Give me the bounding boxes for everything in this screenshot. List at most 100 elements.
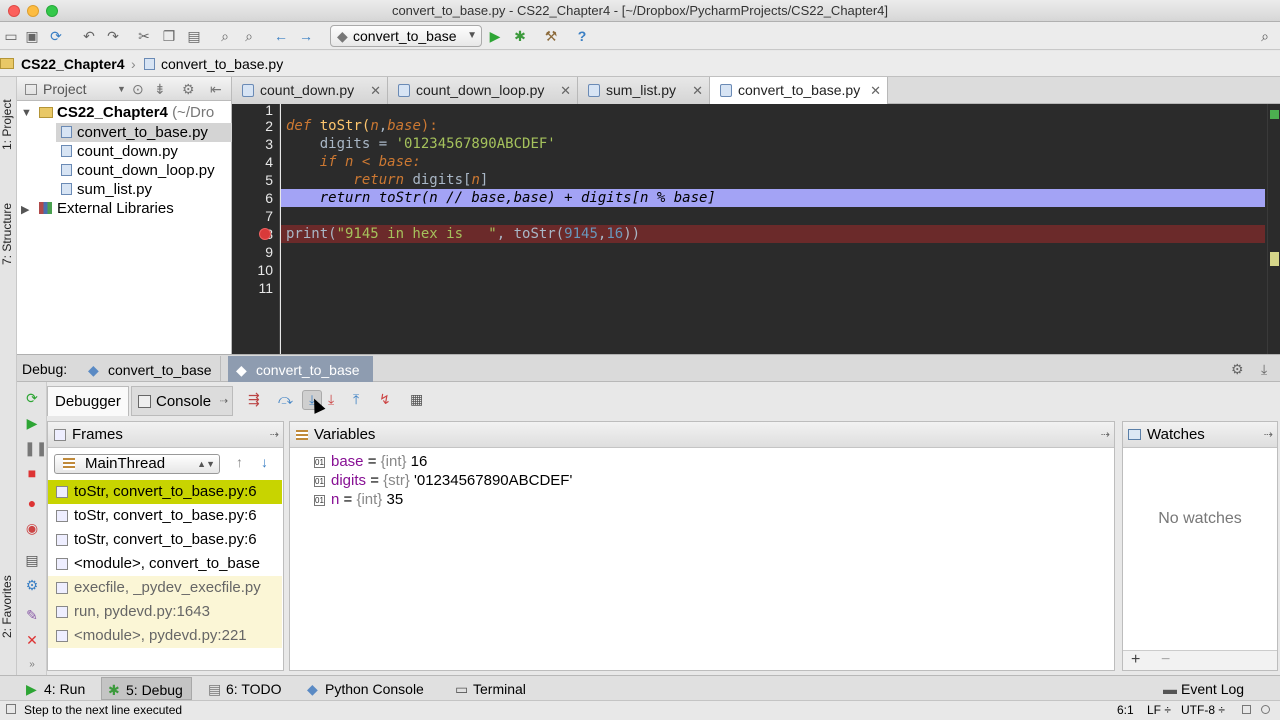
search-everywhere-icon[interactable]: ⌕ — [1256, 27, 1274, 45]
redo-icon[interactable]: ↷ — [104, 27, 122, 45]
collapse-all-icon[interactable]: ⇟ — [154, 77, 166, 101]
rerun-icon[interactable]: ⟳ — [24, 390, 40, 406]
scroll-marker[interactable] — [1270, 252, 1279, 266]
line-separator-select[interactable]: LF ÷ — [1147, 701, 1171, 720]
settings-icon[interactable]: ⚙ — [24, 577, 40, 593]
tree-file-convert-to-base[interactable]: convert_to_base.py — [77, 123, 208, 142]
replace-icon[interactable]: ⌕ — [240, 27, 258, 45]
sync-icon[interactable]: ⟳ — [47, 27, 65, 45]
scroll-from-source-icon[interactable]: ⊙ — [132, 77, 144, 101]
find-icon[interactable]: ⌕ — [216, 27, 234, 45]
frame-item[interactable]: toStr, convert_to_base.py:6 — [48, 480, 282, 504]
pin-icon[interactable]: ⇢ — [1264, 422, 1273, 448]
frame-item-library[interactable]: <module>, pydevd.py:221 — [48, 624, 282, 648]
tree-file-count-down[interactable]: count_down.py — [77, 142, 178, 161]
forward-icon[interactable]: → — [297, 27, 315, 45]
pin-icon[interactable]: ⇢ — [270, 422, 279, 448]
run-tool-button[interactable]: ▶ 4: Run — [20, 677, 93, 700]
frame-item-library[interactable]: run, pydevd.py:1643 — [48, 600, 282, 624]
run-to-cursor-icon[interactable]: ↯ — [379, 391, 391, 408]
tab-console[interactable]: Console ⇢ — [131, 386, 233, 416]
pause-icon[interactable]: ❚❚ — [24, 440, 47, 456]
structure-tool-tab[interactable]: 7: Structure — [0, 189, 17, 279]
help-icon[interactable]: ? — [573, 27, 591, 45]
todo-tool-button[interactable]: ▤ 6: TODO — [202, 677, 290, 700]
expand-arrow-icon[interactable]: ▶ — [21, 201, 29, 220]
minimize-window-button[interactable] — [27, 5, 39, 17]
breadcrumb-file[interactable]: convert_to_base.py — [161, 51, 283, 77]
tab-debugger[interactable]: Debugger — [47, 386, 129, 416]
gear-icon[interactable]: ⚙ — [182, 77, 195, 101]
back-icon[interactable]: ← — [272, 27, 290, 45]
pin-icon[interactable]: ⇢ — [1101, 422, 1110, 448]
evaluate-expression-icon[interactable]: ▦ — [410, 391, 423, 408]
variable-row[interactable]: 01 digits = {str} '01234567890ABCDEF' — [314, 471, 572, 490]
breadcrumb-project[interactable]: CS22_Chapter4 — [21, 51, 125, 77]
close-icon[interactable]: ✕ — [870, 77, 881, 104]
gear-icon[interactable]: ⚙ — [1231, 355, 1244, 383]
project-root[interactable]: CS22_Chapter4 (~/Dro — [57, 103, 214, 122]
favorites-tool-tab[interactable]: 2: Favorites — [0, 562, 17, 652]
step-over-icon[interactable]: ⤼ — [278, 391, 293, 408]
python-console-tool-button[interactable]: ◆ Python Console — [301, 677, 432, 700]
project-view-select[interactable]: Project — [43, 81, 87, 97]
editor-gutter[interactable]: 1 2 3 4 5 6 7 8 9 10 11 — [232, 102, 280, 354]
run-configuration-select[interactable]: ◆ convert_to_base ▼ — [330, 25, 482, 47]
more-icon[interactable]: » — [24, 657, 40, 673]
debug-session-tab[interactable]: ◆ convert_to_base — [80, 356, 221, 382]
breakpoint-icon[interactable] — [259, 228, 271, 240]
inspector-icon[interactable] — [1261, 705, 1270, 714]
chevron-down-icon[interactable]: ▼ — [117, 77, 126, 101]
tree-file-sum-list[interactable]: sum_list.py — [77, 180, 152, 199]
thread-select[interactable]: MainThread ▲▼ — [54, 454, 220, 474]
frame-item[interactable]: <module>, convert_to_base — [48, 552, 282, 576]
close-icon[interactable]: ✕ — [370, 77, 381, 104]
previous-frame-icon[interactable]: ↑ — [236, 454, 243, 470]
stop-icon[interactable]: ■ — [24, 465, 40, 481]
pin-icon[interactable]: ✎ — [24, 607, 40, 623]
hide-panel-icon[interactable]: ⤓ — [1261, 355, 1267, 383]
close-icon[interactable]: ✕ — [692, 77, 703, 104]
tab-sum-list[interactable]: sum_list.py ✕ — [578, 77, 710, 104]
view-breakpoints-icon[interactable]: ● — [24, 495, 40, 511]
close-icon[interactable]: ✕ — [560, 77, 571, 104]
mute-breakpoints-icon[interactable]: ◉ — [24, 520, 40, 536]
expand-arrow-icon[interactable]: ▼ — [21, 104, 32, 123]
resume-icon[interactable]: ▶ — [24, 415, 40, 431]
debug-icon[interactable]: ✱ — [511, 27, 529, 45]
hide-panel-icon[interactable]: ⇤ — [210, 77, 222, 101]
variable-row[interactable]: 01 base = {int} 16 — [314, 452, 427, 471]
event-log-tool-button[interactable]: ▬ Event Log — [1157, 677, 1252, 700]
copy-icon[interactable]: ❐ — [160, 27, 178, 45]
cut-icon[interactable]: ✂ — [135, 27, 153, 45]
save-icon[interactable]: ▣ — [23, 27, 41, 45]
pin-tab-icon[interactable]: ⇢ — [220, 387, 228, 417]
run-icon[interactable]: ▶ — [486, 27, 504, 45]
tab-count-down-loop[interactable]: count_down_loop.py ✕ — [388, 77, 578, 104]
code-editor[interactable]: def toStr(n,base): digits = '01234567890… — [281, 104, 1267, 354]
terminal-tool-button[interactable]: ▭ Terminal — [449, 677, 534, 700]
zoom-window-button[interactable] — [46, 5, 58, 17]
frame-item[interactable]: toStr, convert_to_base.py:6 — [48, 504, 282, 528]
tool-windows-icon[interactable] — [6, 704, 16, 714]
frame-item[interactable]: toStr, convert_to_base.py:6 — [48, 528, 282, 552]
close-icon[interactable]: ✕ — [24, 632, 40, 648]
settings-icon[interactable]: ⚒ — [542, 27, 560, 45]
variable-row[interactable]: 01 n = {int} 35 — [314, 490, 403, 509]
restore-layout-icon[interactable]: ▤ — [24, 552, 40, 568]
undo-icon[interactable]: ↶ — [80, 27, 98, 45]
paste-icon[interactable]: ▤ — [185, 27, 203, 45]
tree-file-count-down-loop[interactable]: count_down_loop.py — [77, 161, 215, 180]
step-out-icon[interactable]: ⤒ — [353, 391, 359, 408]
frame-item-library[interactable]: execfile, _pydev_execfile.py — [48, 576, 282, 600]
encoding-select[interactable]: UTF-8 ÷ — [1181, 701, 1225, 720]
close-window-button[interactable] — [8, 5, 20, 17]
project-tool-tab[interactable]: 1: Project — [0, 85, 17, 165]
force-step-into-icon[interactable]: ⤓ — [328, 391, 334, 408]
remove-watch-icon[interactable]: − — [1161, 651, 1170, 669]
caret-position[interactable]: 6:1 — [1117, 701, 1134, 720]
debug-tool-button[interactable]: ✱ 5: Debug — [101, 677, 192, 700]
next-frame-icon[interactable]: ↓ — [261, 454, 268, 470]
inspection-status-icon[interactable] — [1270, 110, 1279, 119]
add-watch-icon[interactable]: + — [1131, 651, 1140, 669]
